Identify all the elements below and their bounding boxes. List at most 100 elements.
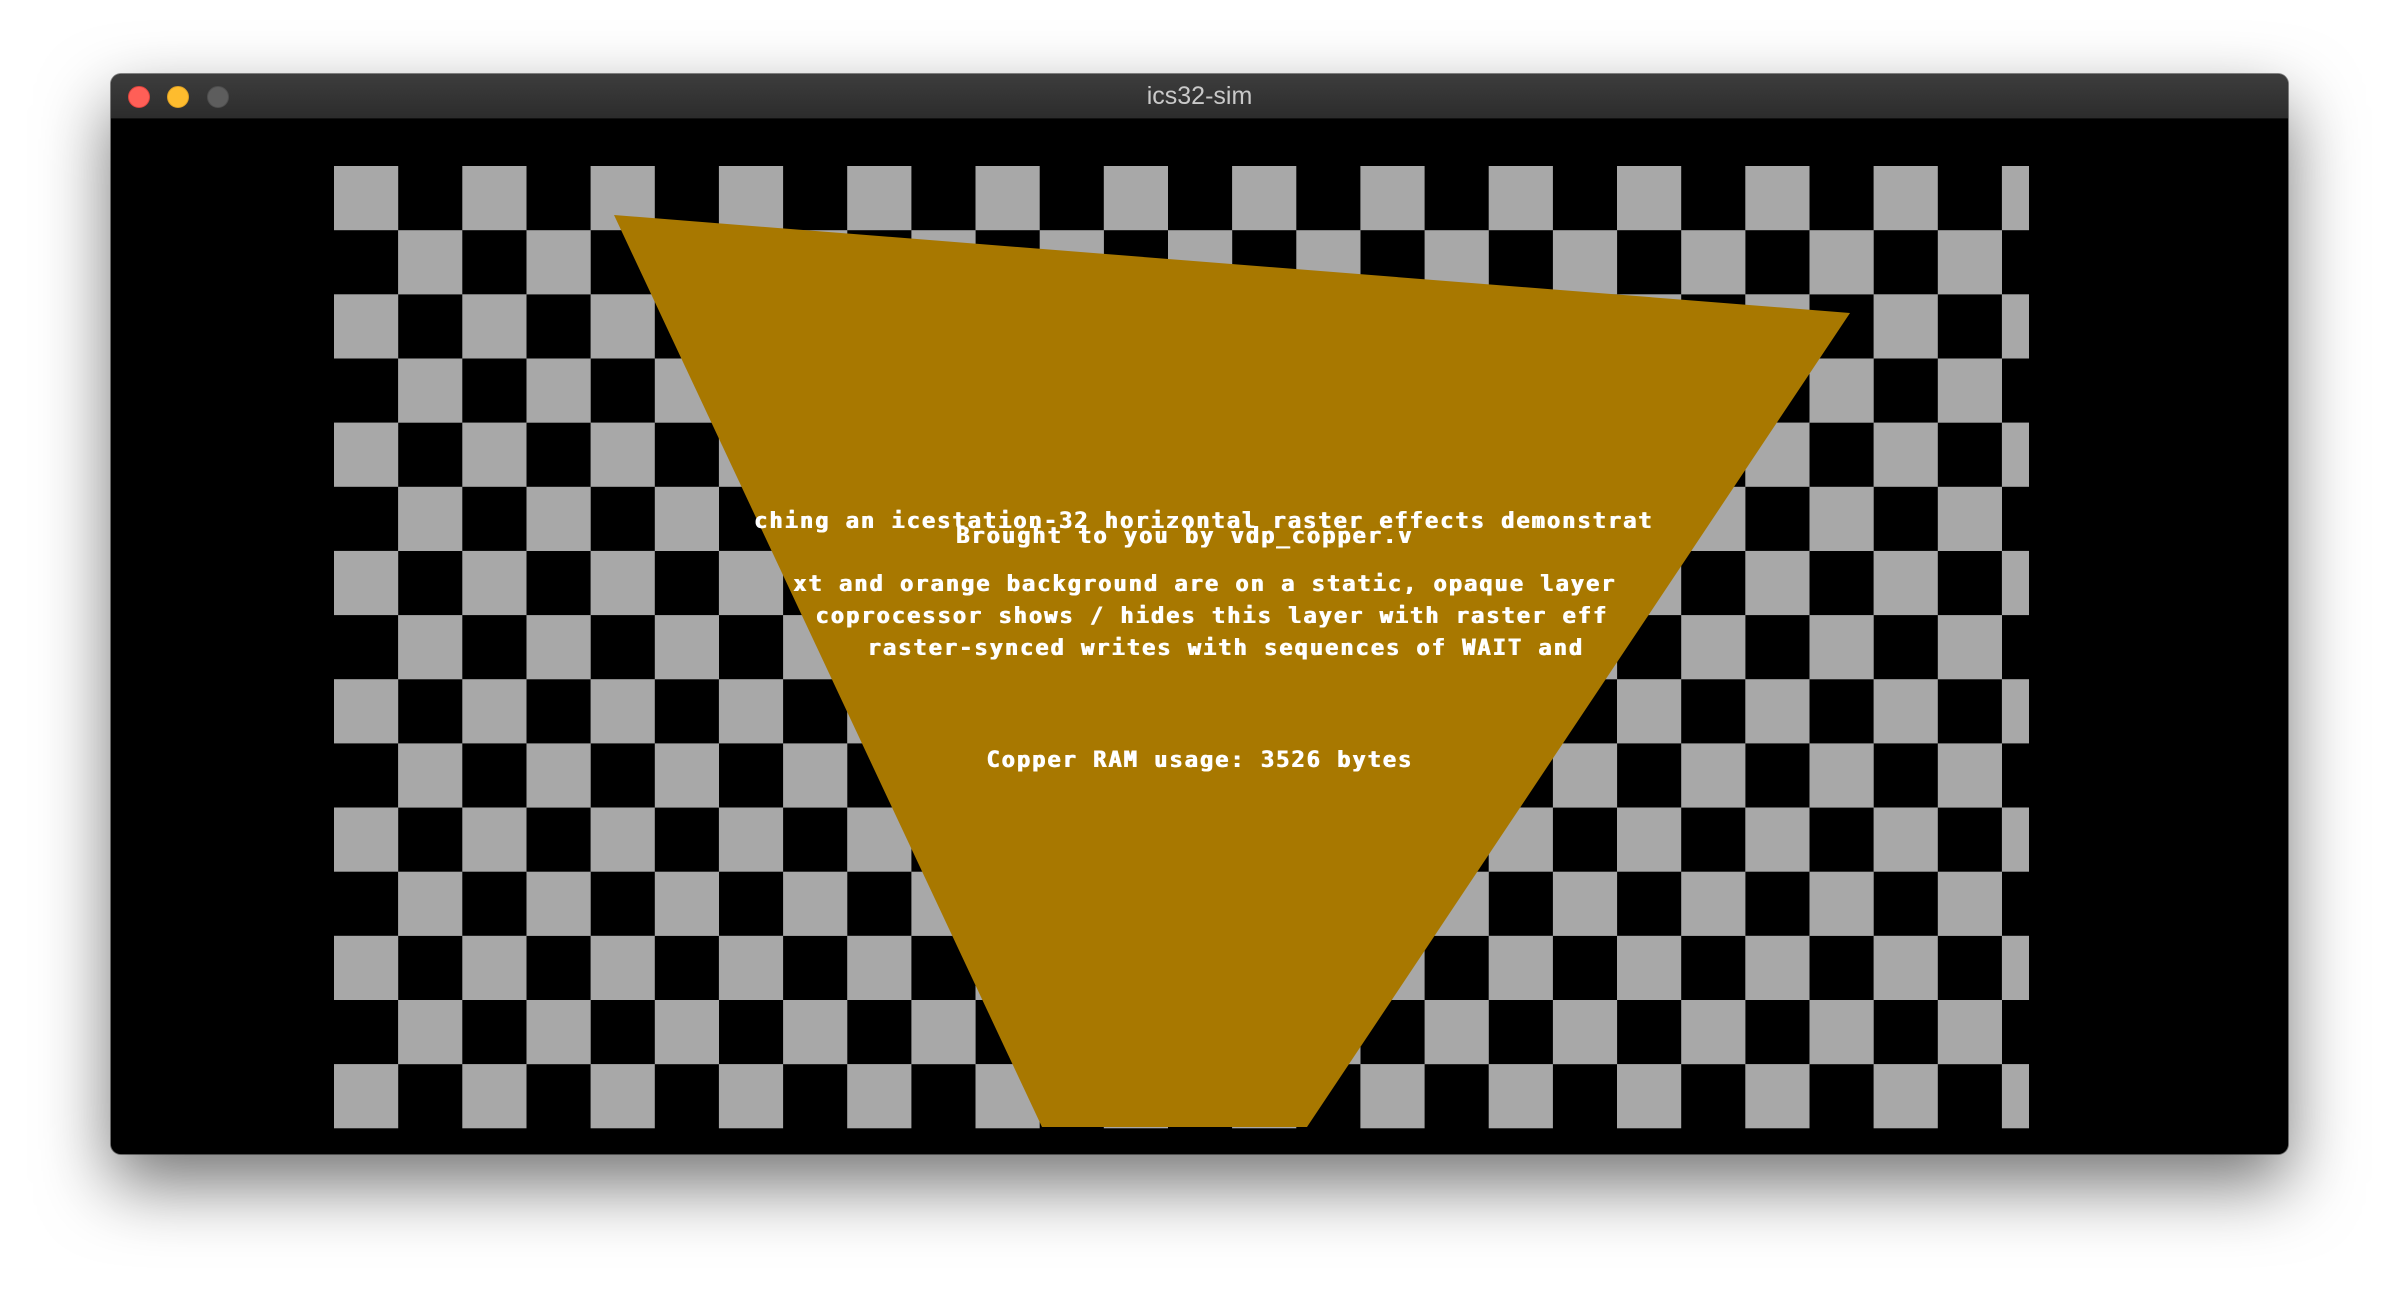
checker-square bbox=[2001, 294, 2029, 359]
checker-square bbox=[2001, 1064, 2029, 1129]
checker-square bbox=[1873, 294, 1938, 359]
checker-square bbox=[1232, 166, 1297, 231]
checker-square bbox=[2001, 166, 2029, 231]
checker-square bbox=[462, 935, 527, 1000]
checker-square bbox=[847, 1064, 912, 1129]
checker-square bbox=[1681, 230, 1746, 295]
checker-square bbox=[526, 230, 591, 295]
checker-square bbox=[1617, 679, 1682, 744]
checker-square bbox=[783, 1000, 848, 1065]
checker-square bbox=[1617, 935, 1682, 1000]
checker-square bbox=[1809, 358, 1874, 423]
checker-square bbox=[334, 422, 399, 487]
checker-square bbox=[1681, 615, 1746, 680]
checker-square bbox=[1745, 550, 1810, 616]
checker-square bbox=[1552, 871, 1618, 936]
checker-square bbox=[1488, 935, 1553, 1000]
checker-square bbox=[590, 550, 655, 616]
checker-square bbox=[1873, 1064, 1938, 1129]
checker-square bbox=[1617, 1064, 1682, 1129]
checker-square bbox=[526, 486, 591, 551]
checker-square bbox=[1488, 166, 1553, 231]
checker-square bbox=[526, 615, 591, 680]
checker-square bbox=[2001, 935, 2029, 1000]
checker-square bbox=[1360, 1064, 1425, 1129]
checker-square bbox=[1937, 358, 2002, 423]
checker-square bbox=[590, 807, 655, 872]
checker-square bbox=[1103, 166, 1168, 231]
checker-square bbox=[334, 166, 399, 231]
checker-square bbox=[1937, 615, 2002, 680]
checker-square bbox=[1745, 679, 1810, 744]
checker-square bbox=[654, 615, 719, 680]
checker-square bbox=[462, 422, 527, 487]
checker-square bbox=[1809, 1000, 1874, 1065]
checker-square bbox=[1873, 422, 1938, 487]
checker-square bbox=[1681, 743, 1746, 808]
checker-square bbox=[654, 871, 719, 936]
checker-square bbox=[334, 935, 399, 1000]
checker-square bbox=[462, 679, 527, 744]
checker-square bbox=[2001, 550, 2029, 616]
checker-square bbox=[398, 743, 463, 808]
app-window: ics32-sim ching an icestation-32 horizon… bbox=[111, 74, 2288, 1154]
checker-square bbox=[1617, 166, 1682, 231]
checker-square bbox=[1809, 615, 1874, 680]
checker-square bbox=[1617, 807, 1682, 872]
checker-square bbox=[1745, 935, 1810, 1000]
checker-square bbox=[1937, 230, 2002, 295]
checker-square bbox=[718, 1064, 784, 1129]
checker-square bbox=[1809, 486, 1874, 551]
checker-square bbox=[1873, 807, 1938, 872]
checker-square bbox=[526, 358, 591, 423]
checker-square bbox=[975, 166, 1040, 231]
checker-square bbox=[783, 871, 848, 936]
checker-square bbox=[398, 1000, 463, 1065]
checker-square bbox=[847, 935, 912, 1000]
checker-square bbox=[654, 1000, 719, 1065]
checker-square bbox=[1873, 935, 1938, 1000]
checker-square bbox=[334, 550, 399, 616]
raster-canvas bbox=[334, 166, 2029, 1129]
checker-square bbox=[1745, 807, 1810, 872]
checker-square bbox=[526, 871, 591, 936]
checker-square bbox=[1809, 743, 1874, 808]
checker-square bbox=[526, 743, 591, 808]
checker-square bbox=[398, 358, 463, 423]
checker-square bbox=[1552, 1000, 1618, 1065]
checker-square bbox=[783, 743, 848, 808]
checker-square bbox=[1809, 230, 1874, 295]
checker-square bbox=[718, 166, 784, 231]
checker-square bbox=[1873, 166, 1938, 231]
checker-square bbox=[718, 550, 784, 616]
checker-square bbox=[334, 807, 399, 872]
checker-square bbox=[462, 166, 527, 231]
checker-square bbox=[590, 422, 655, 487]
checker-square bbox=[462, 807, 527, 872]
checker-square bbox=[1681, 1000, 1746, 1065]
checker-square bbox=[1552, 230, 1618, 295]
checker-square bbox=[1809, 871, 1874, 936]
checker-square bbox=[1424, 1000, 1489, 1065]
checker-square bbox=[654, 486, 719, 551]
simulator-display[interactable]: ching an icestation-32 horizontal raster… bbox=[111, 119, 2288, 1154]
window-title: ics32-sim bbox=[1146, 82, 1253, 110]
title-bar[interactable]: ics32-sim bbox=[111, 74, 2288, 119]
checker-square bbox=[1937, 871, 2002, 936]
checker-square bbox=[1937, 486, 2002, 551]
checker-square bbox=[1745, 166, 1810, 231]
checker-square bbox=[526, 1000, 591, 1065]
checker-square bbox=[462, 1064, 527, 1129]
checker-square bbox=[1360, 166, 1425, 231]
checker-square bbox=[847, 166, 912, 231]
checker-square bbox=[1681, 871, 1746, 936]
checker-square bbox=[1937, 1000, 2002, 1065]
checker-square bbox=[334, 294, 399, 359]
checker-square bbox=[1488, 1064, 1553, 1129]
checker-square bbox=[2001, 679, 2029, 744]
checker-square bbox=[334, 1064, 399, 1129]
checker-square bbox=[718, 807, 784, 872]
checker-square bbox=[334, 679, 399, 744]
checker-square bbox=[590, 1064, 655, 1129]
checker-square bbox=[462, 294, 527, 359]
